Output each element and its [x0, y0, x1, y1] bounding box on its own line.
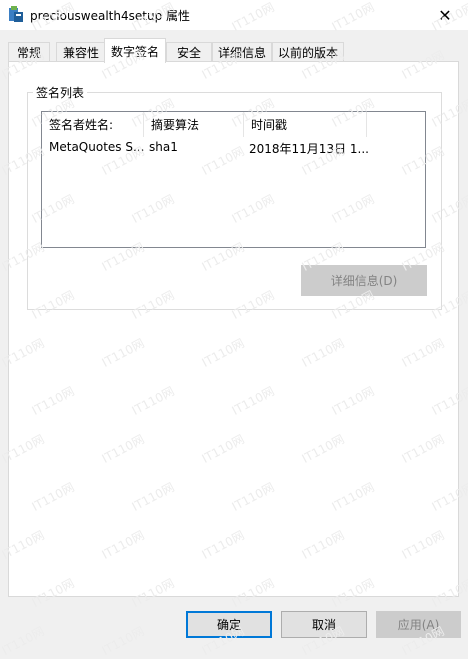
tab-label: 数字签名 [110, 44, 159, 59]
tab-label: 详细信息 [217, 46, 266, 60]
close-button[interactable]: ✕ [422, 0, 468, 30]
tab-compatibility[interactable]: 兼容性 [56, 42, 106, 62]
tab-digital-signatures[interactable]: 数字签名 [104, 38, 166, 63]
watermark-text: IT110网 [0, 624, 47, 658]
title-bar: preciouswealth4setup 属性 ✕ [0, 0, 468, 30]
cancel-button[interactable]: 取消 [281, 611, 367, 638]
column-header-signer-name[interactable]: 签名者姓名: [42, 112, 144, 137]
cell-digest-algorithm: sha1 [149, 140, 178, 154]
window-title: preciouswealth4setup 属性 [30, 9, 191, 23]
installer-app-icon [9, 6, 23, 22]
tab-strip: 常规 兼容性 数字签名 安全 详细信息 以前的版本 [0, 38, 468, 63]
column-header-digest-algorithm[interactable]: 摘要算法 [144, 112, 244, 137]
apply-button[interactable]: 应用(A) [376, 611, 461, 638]
tab-label: 以前的版本 [277, 46, 338, 60]
signature-list-label: 签名列表 [33, 84, 88, 101]
watermark-text: IT110网 [99, 624, 147, 658]
tab-details[interactable]: 详细信息 [212, 42, 272, 62]
cell-timestamp: 2018年11月13日 1... [249, 142, 369, 156]
close-icon: ✕ [438, 5, 452, 25]
tab-label: 常规 [16, 46, 41, 60]
signature-list-view[interactable]: 签名者姓名: 摘要算法 时间戳 MetaQuotes S... sha1 201… [41, 111, 426, 248]
tab-previous-versions[interactable]: 以前的版本 [272, 42, 344, 62]
ok-button[interactable]: 确定 [186, 611, 272, 638]
details-button[interactable]: 详细信息(D) [301, 265, 427, 296]
tab-label: 兼容性 [62, 46, 99, 60]
tab-label: 安全 [176, 46, 201, 60]
column-header-timestamp[interactable]: 时间戳 [244, 112, 367, 137]
cell-signer-name: MetaQuotes S... [49, 140, 144, 154]
tab-general[interactable]: 常规 [8, 42, 50, 62]
tab-security[interactable]: 安全 [166, 42, 212, 62]
